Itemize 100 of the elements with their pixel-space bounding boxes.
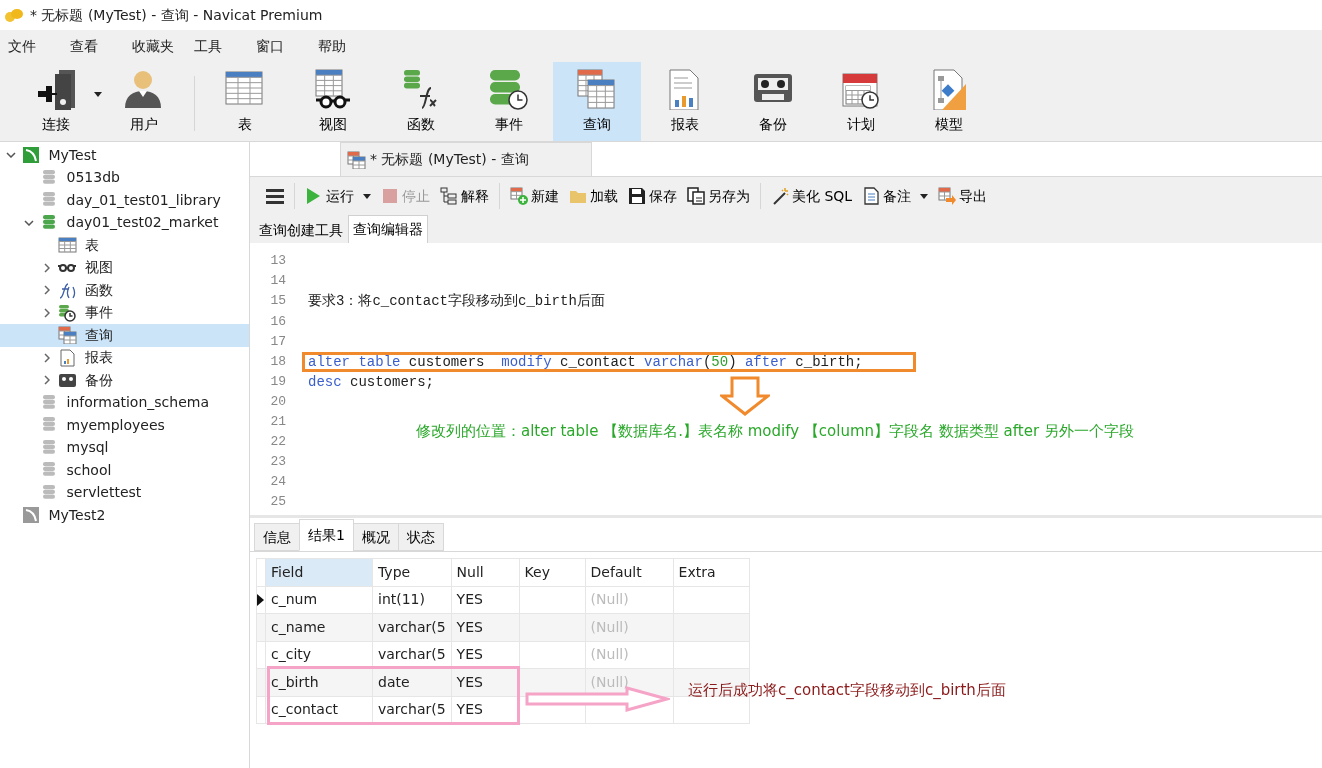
editor-tab[interactable]: 查询编辑器 bbox=[348, 215, 428, 243]
toolbar-button[interactable]: 另存为 bbox=[687, 185, 750, 207]
tree-item[interactable]: 查询 bbox=[0, 324, 249, 347]
table-cell: YES bbox=[451, 586, 520, 614]
toolbar-button[interactable]: 备注 bbox=[862, 185, 929, 207]
toolbar-button[interactable]: 解释 bbox=[440, 185, 489, 207]
tree-item[interactable]: day_01_test01_library bbox=[0, 189, 249, 212]
tree-item[interactable]: information_schema bbox=[0, 391, 249, 414]
line-number: 16 bbox=[269, 312, 286, 331]
line-number: 21 bbox=[269, 413, 286, 432]
tree-item[interactable]: 0513db bbox=[0, 166, 249, 189]
column-header[interactable]: Extra bbox=[673, 558, 750, 586]
tree-item[interactable]: servlettest bbox=[0, 481, 249, 504]
result-tab[interactable]: 结果1 bbox=[299, 519, 354, 551]
query-icon bbox=[347, 150, 366, 169]
menu-item[interactable]: 文件 bbox=[8, 35, 70, 57]
tree-item[interactable]: 表 bbox=[0, 234, 249, 257]
document-tab[interactable]: * 无标题 (MyTest) - 查询 bbox=[340, 142, 592, 176]
toolbar-button[interactable]: 新建 bbox=[510, 185, 559, 207]
tree-item[interactable]: myemployees bbox=[0, 414, 249, 437]
menu-item[interactable]: 收藏夹 bbox=[132, 35, 194, 57]
toolbar-button[interactable]: 备份 bbox=[729, 62, 817, 141]
toolbar-button[interactable]: 用户 bbox=[100, 62, 188, 141]
toolbar-button[interactable]: 保存 bbox=[628, 185, 677, 207]
caret-icon bbox=[94, 92, 102, 97]
new-query-icon bbox=[510, 187, 528, 205]
editor-tab[interactable]: 查询创建工具 bbox=[254, 217, 348, 243]
tree-item[interactable]: 报表 bbox=[0, 346, 249, 369]
column-header[interactable]: Null bbox=[451, 558, 520, 586]
column-header[interactable]: Type bbox=[372, 558, 452, 586]
tree-item-label: day01_test02_market bbox=[66, 213, 219, 233]
menu-item[interactable]: 查看 bbox=[70, 35, 132, 57]
tree-item[interactable]: school bbox=[0, 459, 249, 482]
tree-item-label: 表 bbox=[84, 235, 99, 255]
toolbar-button[interactable]: 函数 bbox=[377, 62, 465, 141]
menu-item[interactable]: 工具 bbox=[194, 35, 256, 57]
tree-item-label: myemployees bbox=[66, 415, 165, 435]
tree-item[interactable]: 事件 bbox=[0, 301, 249, 324]
toolbar-button[interactable]: 计划 bbox=[817, 62, 905, 141]
table-cell: (Null) bbox=[585, 586, 674, 614]
toolbar-button[interactable]: 视图 bbox=[289, 62, 377, 141]
toolbar-button[interactable]: 美化 SQL bbox=[771, 185, 853, 207]
toolbar-button[interactable]: 模型 bbox=[905, 62, 993, 141]
tree-item-label: 0513db bbox=[66, 168, 120, 188]
note-icon bbox=[862, 187, 881, 205]
result-tab[interactable]: 信息 bbox=[254, 523, 300, 551]
tree-item[interactable]: 备份 bbox=[0, 369, 249, 392]
toolbar-button[interactable]: 事件 bbox=[465, 62, 553, 141]
chevron-right-icon bbox=[44, 375, 50, 386]
tree-item-label: mysql bbox=[66, 438, 109, 458]
line-number: 25 bbox=[269, 493, 286, 512]
toolbar-button[interactable]: 表 bbox=[201, 62, 289, 141]
save-as-icon bbox=[687, 187, 705, 205]
toolbar-button[interactable]: 导出 bbox=[938, 185, 988, 207]
annotation-text: 运行后成功将c_contact字段移动到c_birth后面 bbox=[688, 680, 1006, 701]
tree-item[interactable]: MyTest bbox=[0, 144, 249, 167]
tree-item-label: 备份 bbox=[84, 370, 113, 390]
tree-item-label: information_schema bbox=[66, 393, 209, 413]
table-cell: YES bbox=[451, 613, 520, 641]
tree-item[interactable]: day01_test02_market bbox=[0, 211, 249, 234]
tree-item-label: 视图 bbox=[84, 258, 113, 278]
table-cell: varchar(5 bbox=[372, 613, 452, 641]
query-icon bbox=[58, 326, 77, 345]
column-header[interactable]: Default bbox=[585, 558, 674, 586]
column-header[interactable]: Field bbox=[265, 558, 373, 586]
tree-item-label: MyTest2 bbox=[48, 505, 106, 525]
database-clock-icon bbox=[488, 68, 530, 110]
toolbar-button[interactable]: 报表 bbox=[641, 62, 729, 141]
menu-icon bbox=[266, 188, 284, 204]
result-tab[interactable]: 概况 bbox=[352, 523, 399, 551]
result-tab[interactable]: 状态 bbox=[397, 523, 444, 551]
caret-icon bbox=[363, 193, 371, 199]
annotation-text: 修改列的位置：alter table 【数据库名.】表名称 modify 【column】字段名 数据类型 after 另外一个字段 bbox=[416, 421, 1134, 442]
tree-item-label: 报表 bbox=[84, 348, 113, 368]
magic-wand-icon bbox=[771, 187, 789, 205]
tree-item[interactable]: 函数 bbox=[0, 279, 249, 302]
toolbar-button[interactable]: 查询 bbox=[553, 62, 641, 141]
menu-item[interactable]: 帮助 bbox=[318, 35, 380, 57]
table-cell: (Null) bbox=[585, 613, 674, 641]
line-number: 15 bbox=[269, 292, 286, 311]
table-cell: c_name bbox=[265, 613, 373, 641]
tree-item[interactable]: mysql bbox=[0, 436, 249, 459]
export-icon bbox=[938, 187, 957, 205]
tree-item-label: MyTest bbox=[48, 145, 97, 165]
explain-icon bbox=[440, 187, 458, 205]
report-icon bbox=[58, 348, 77, 367]
function-icon bbox=[58, 281, 77, 300]
plug-server-icon bbox=[35, 68, 77, 110]
tree-item[interactable]: MyTest2 bbox=[0, 504, 249, 527]
column-header[interactable]: Key bbox=[519, 558, 586, 586]
toolbar-button[interactable]: 加载 bbox=[569, 185, 618, 207]
line-number: 23 bbox=[269, 453, 286, 472]
toolbar-button[interactable]: 连接 bbox=[12, 62, 100, 141]
chevron-right-icon bbox=[44, 262, 50, 273]
tree-item[interactable]: 视图 bbox=[0, 256, 249, 279]
chevron-right-icon bbox=[44, 307, 50, 318]
menu-item[interactable]: 窗口 bbox=[256, 35, 318, 57]
tree-item-label: school bbox=[66, 460, 112, 480]
row-header[interactable] bbox=[256, 586, 266, 614]
toolbar-button[interactable]: 运行 bbox=[305, 185, 371, 207]
